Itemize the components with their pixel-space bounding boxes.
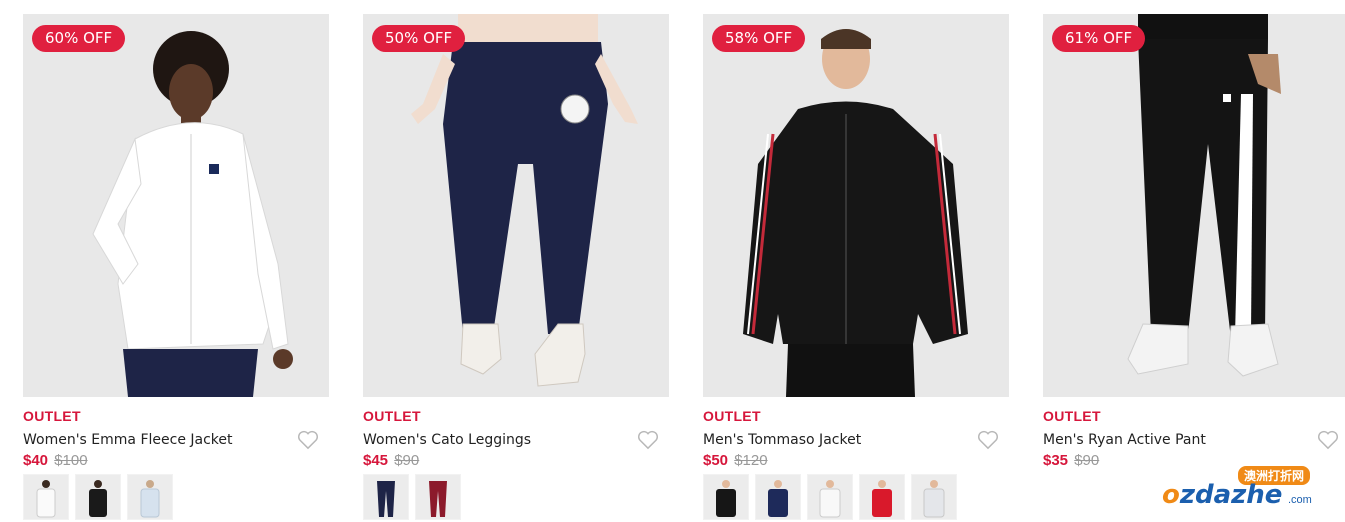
heart-icon[interactable] (297, 430, 319, 450)
product-title[interactable]: Men's Tommaso Jacket (703, 432, 861, 448)
product-image[interactable]: 50% OFF (363, 14, 669, 397)
watermark-brand-text: zdazhe (1179, 480, 1283, 510)
original-price: $100 (54, 452, 88, 469)
product-title[interactable]: Women's Cato Leggings (363, 432, 531, 448)
original-price: $90 (1074, 452, 1100, 469)
price-row: $45 $90 (363, 452, 669, 469)
watermark-domain: .com (1288, 494, 1312, 506)
price-row: $40 $100 (23, 452, 329, 469)
price-row: $50 $120 (703, 452, 1009, 469)
product-title[interactable]: Women's Emma Fleece Jacket (23, 432, 233, 448)
discount-badge: 61% OFF (1052, 25, 1146, 52)
product-card[interactable]: 61% OFF OUTLET Men's Ryan Active Pant $3… (1043, 14, 1345, 520)
swatch-navy[interactable] (755, 474, 801, 520)
heart-icon[interactable] (1317, 430, 1339, 450)
watermark-brand: ozdazhe (1162, 480, 1282, 510)
product-image[interactable]: 61% OFF (1043, 14, 1345, 397)
swatch-white[interactable] (807, 474, 853, 520)
heart-icon[interactable] (637, 430, 659, 450)
outlet-tag: OUTLET (703, 408, 761, 424)
swatch-light-blue[interactable] (127, 474, 173, 520)
color-swatches (363, 474, 669, 520)
product-photo-black-hoodie (743, 29, 968, 397)
product-card[interactable]: 50% OFF OUTLET Women's Cato Leggings $45… (363, 14, 669, 520)
original-price: $90 (394, 452, 420, 469)
outlet-tag: OUTLET (23, 408, 81, 424)
product-card[interactable]: 58% OFF OUTLET Men's Tommaso Jacket $50 … (703, 14, 1009, 520)
swatch-white[interactable] (23, 474, 69, 520)
swatch-black[interactable] (703, 474, 749, 520)
product-grid: 60% OFF OUTLET Women's Emma Fleece Jacke… (23, 14, 1345, 520)
site-watermark: 澳洲打折网 ozdazhe .com (1158, 466, 1326, 516)
product-card[interactable]: 60% OFF OUTLET Women's Emma Fleece Jacke… (23, 14, 329, 520)
outlet-tag: OUTLET (1043, 408, 1101, 424)
swatch-burgundy[interactable] (415, 474, 461, 520)
product-title[interactable]: Men's Ryan Active Pant (1043, 432, 1206, 448)
discount-badge: 60% OFF (32, 25, 126, 52)
color-swatches (703, 474, 1009, 520)
sale-price: $45 (363, 452, 389, 469)
watermark-brand-o: o (1162, 480, 1180, 510)
discount-badge: 58% OFF (712, 25, 806, 52)
discount-badge: 50% OFF (372, 25, 466, 52)
sale-price: $50 (703, 452, 729, 469)
sale-price: $35 (1043, 452, 1069, 469)
product-image[interactable]: 60% OFF (23, 14, 329, 397)
swatch-light-grey[interactable] (911, 474, 957, 520)
original-price: $120 (734, 452, 768, 469)
product-image[interactable]: 58% OFF (703, 14, 1009, 397)
swatch-navy[interactable] (363, 474, 409, 520)
heart-icon[interactable] (977, 430, 999, 450)
color-swatches (23, 474, 329, 520)
product-photo-white-jacket (92, 31, 293, 397)
product-photo-black-pants (1127, 14, 1281, 377)
outlet-tag: OUTLET (363, 408, 421, 424)
swatch-red[interactable] (859, 474, 905, 520)
product-photo-leggings (411, 14, 638, 387)
sale-price: $40 (23, 452, 49, 469)
swatch-black[interactable] (75, 474, 121, 520)
